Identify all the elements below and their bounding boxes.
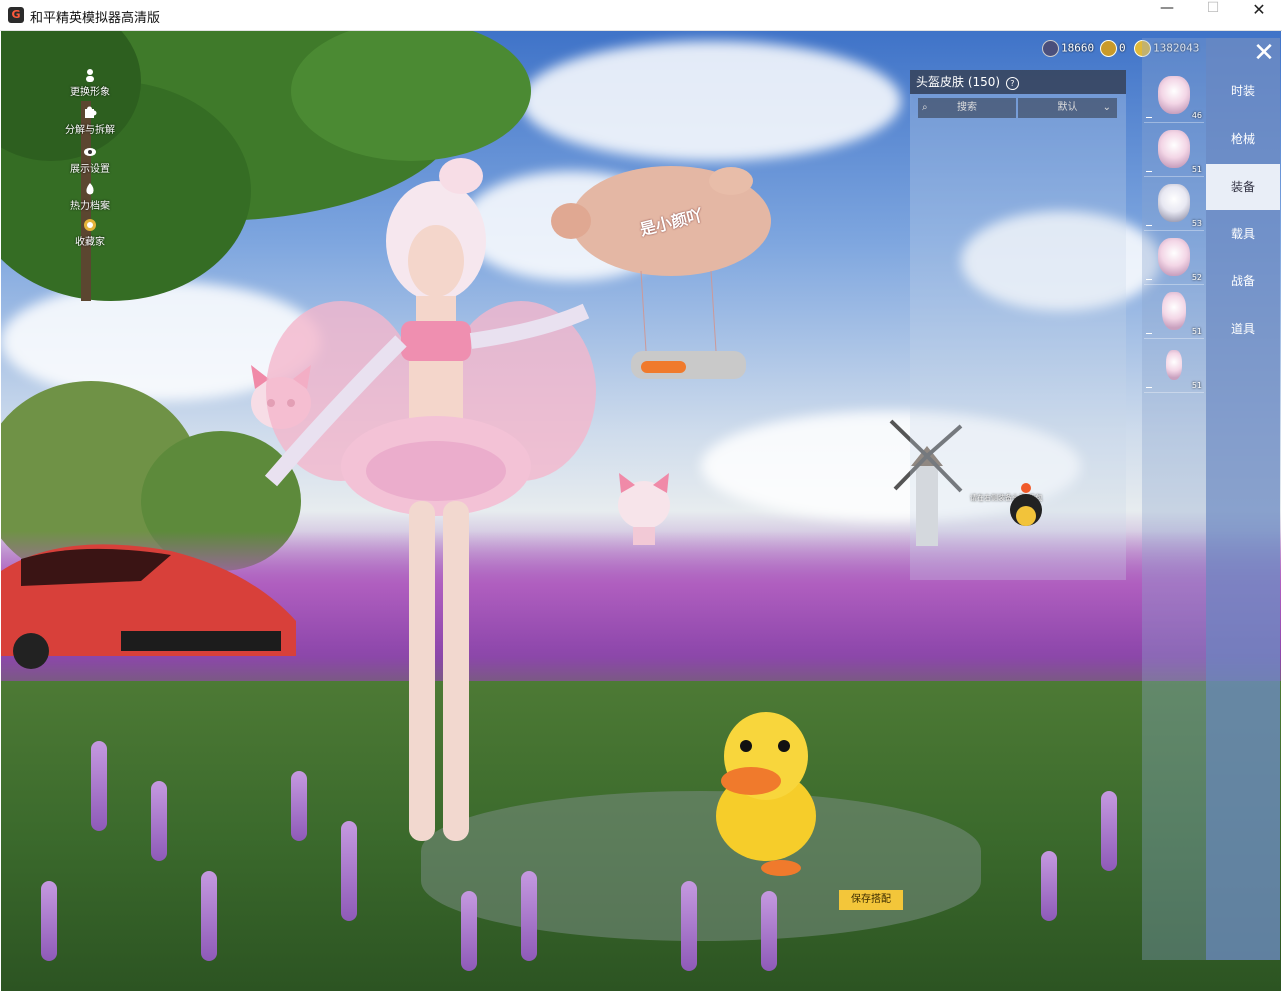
- change-appearance-button[interactable]: 更换形象: [55, 68, 125, 98]
- chick-helmet-preview: [1010, 483, 1042, 526]
- skin-item-count: 51: [1191, 381, 1202, 390]
- skin-thumbnail: [1166, 350, 1182, 380]
- tab-props[interactable]: 道具: [1206, 306, 1280, 352]
- lavender-flower: [681, 881, 697, 971]
- skin-item[interactable]: 52: [1144, 232, 1204, 285]
- skin-item-count: 51: [1191, 327, 1202, 336]
- panel-title: 头盔皮肤 (150): [916, 75, 1001, 89]
- lavender-flower: [91, 741, 107, 831]
- skin-thumbnail: [1158, 76, 1190, 114]
- skin-item[interactable]: 46: [1144, 70, 1204, 123]
- skin-item-count: 46: [1191, 111, 1202, 120]
- tab-vehicles[interactable]: 载具: [1206, 211, 1280, 257]
- close-panel-button[interactable]: ✕: [1248, 38, 1280, 68]
- skin-thumbnail: [1158, 184, 1190, 222]
- lavender-flower: [41, 881, 57, 961]
- item-marker: [1146, 117, 1152, 118]
- search-label: 搜索: [957, 102, 977, 113]
- flame-icon: [86, 183, 94, 195]
- decompose-button[interactable]: 分解与拆解: [55, 106, 125, 136]
- yellow-duck: [716, 712, 816, 876]
- window-title: 和平精英模拟器高清版: [30, 11, 161, 26]
- item-marker: [1146, 387, 1152, 388]
- item-marker: [1146, 333, 1152, 334]
- blimp-balloon: [551, 166, 771, 379]
- lavender-flower: [461, 891, 477, 971]
- skin-thumbnail: [1158, 238, 1190, 276]
- tab-fashion[interactable]: 时装: [1206, 68, 1280, 114]
- minimize-button[interactable]: —: [1144, 0, 1190, 30]
- skin-item[interactable]: 53: [1144, 178, 1204, 231]
- item-marker: [1146, 225, 1152, 226]
- tab-battle-prep[interactable]: 战备: [1206, 258, 1280, 304]
- eye-icon: [84, 148, 96, 156]
- close-window-button[interactable]: ✕: [1236, 0, 1282, 30]
- skin-item[interactable]: 51: [1144, 124, 1204, 177]
- help-icon[interactable]: ?: [1005, 77, 1019, 90]
- tab-guns[interactable]: 枪械: [1206, 116, 1280, 162]
- tab-equipment[interactable]: 装备: [1206, 164, 1280, 210]
- currency-1-value: 18660: [1061, 41, 1095, 55]
- lavender-flower: [1101, 791, 1117, 871]
- collector-label: 收藏家: [75, 237, 105, 248]
- lavender-flower: [291, 771, 307, 841]
- gold-medal-icon: [1100, 40, 1117, 57]
- decompose-label: 分解与拆解: [65, 125, 115, 136]
- skin-thumbnail: [1158, 130, 1190, 168]
- item-marker: [1146, 279, 1152, 280]
- save-outfit-button[interactable]: 保存搭配: [839, 890, 903, 910]
- display-settings-button[interactable]: 展示设置: [55, 145, 125, 175]
- search-input[interactable]: ⌕ 搜索: [918, 98, 1016, 118]
- heat-archive-label: 热力档案: [70, 201, 110, 212]
- collector-badge-icon: [84, 219, 96, 231]
- lavender-flower: [761, 891, 777, 971]
- skin-thumbnail: [1162, 292, 1186, 330]
- sort-label: 默认: [1057, 102, 1078, 113]
- search-icon: ⌕: [922, 102, 928, 113]
- sort-dropdown[interactable]: 默认 ⌄: [1018, 98, 1117, 118]
- helmet-skin-panel: 头盔皮肤 (150) ? ⌕ 搜索 默认 ⌄ 请在右侧装备头盔/背包: [910, 70, 1126, 580]
- uc-coin-icon: [1042, 40, 1059, 57]
- skin-item-count: 53: [1191, 219, 1202, 228]
- panel-header: 头盔皮肤 (150) ?: [910, 70, 1126, 94]
- skin-item[interactable]: 51: [1144, 340, 1204, 393]
- currency-2-value: 0: [1119, 41, 1126, 55]
- currency-2: 0: [1100, 40, 1126, 58]
- lavender-flower: [201, 871, 217, 961]
- display-settings-label: 展示设置: [70, 164, 110, 175]
- lavender-flower: [341, 821, 357, 921]
- item-marker: [1146, 171, 1152, 172]
- person-icon: [86, 69, 94, 82]
- maximize-button[interactable]: ☐: [1190, 0, 1236, 30]
- lavender-flower: [151, 781, 167, 861]
- collector-button[interactable]: 收藏家: [55, 218, 125, 248]
- lavender-flower: [1041, 851, 1057, 921]
- lavender-flower: [521, 871, 537, 961]
- change-appearance-label: 更换形象: [70, 87, 110, 98]
- skin-item-count: 52: [1191, 273, 1202, 282]
- window-titlebar: G 和平精英模拟器高清版 — ☐ ✕: [0, 0, 1282, 31]
- skin-item[interactable]: 51: [1144, 286, 1204, 339]
- chevron-down-icon: ⌄: [1102, 102, 1111, 113]
- app-logo-icon: G: [8, 7, 24, 23]
- heat-archive-button[interactable]: 热力档案: [55, 182, 125, 212]
- puzzle-icon: [85, 106, 97, 118]
- category-tabs: 时装 枪械 装备 载具 战备 道具: [1206, 38, 1280, 960]
- skin-item-count: 51: [1191, 165, 1202, 174]
- currency-1: 18660: [1042, 40, 1094, 58]
